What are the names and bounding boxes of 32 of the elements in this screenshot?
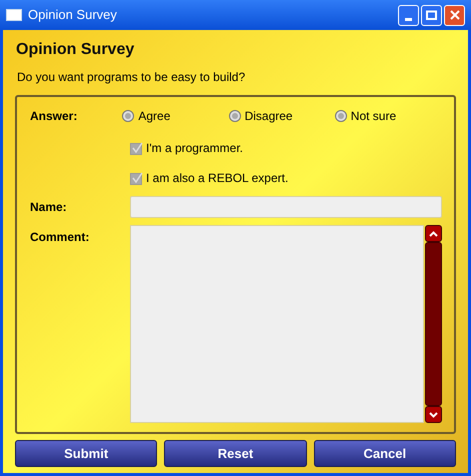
- action-button[interactable]: Reset: [164, 440, 307, 467]
- scroll-down-button[interactable]: [425, 406, 442, 423]
- name-label: Name:: [30, 199, 68, 216]
- action-button[interactable]: Cancel: [314, 440, 456, 467]
- scroll-thumb[interactable]: [425, 242, 442, 406]
- comment-label: Comment:: [30, 229, 90, 246]
- checkbox-option[interactable]: I am also a REBOL expert.: [130, 169, 441, 187]
- window-title: Opinion Survey: [28, 6, 118, 24]
- checkbox-icon: [130, 172, 143, 184]
- radio-option[interactable]: Not sure: [334, 107, 442, 125]
- radio-icon: [334, 110, 347, 122]
- answer-label: Answer:: [30, 108, 78, 125]
- maximize-icon: [426, 10, 437, 20]
- comment-field[interactable]: [130, 225, 424, 423]
- scrollbar[interactable]: [425, 225, 442, 423]
- checkbox-option[interactable]: I'm a programmer.: [130, 139, 441, 157]
- survey-heading: Opinion Survey: [16, 40, 136, 60]
- window-icon: [6, 9, 22, 21]
- radio-option[interactable]: Agree: [122, 107, 229, 125]
- minimize-button[interactable]: [398, 4, 419, 26]
- question-text: Do you want programs to be easy to build?: [17, 69, 246, 86]
- radio-icon: [228, 110, 241, 122]
- radio-icon: [122, 110, 134, 122]
- radio-option[interactable]: Disagree: [228, 107, 335, 125]
- checkbox-icon: [130, 142, 143, 154]
- close-button[interactable]: [444, 4, 465, 26]
- name-field[interactable]: [130, 196, 442, 218]
- maximize-button[interactable]: [421, 4, 442, 26]
- minimize-icon: [405, 18, 412, 20]
- scroll-up-button[interactable]: [425, 225, 442, 242]
- close-icon: [450, 10, 460, 20]
- action-button[interactable]: Submit: [15, 440, 158, 467]
